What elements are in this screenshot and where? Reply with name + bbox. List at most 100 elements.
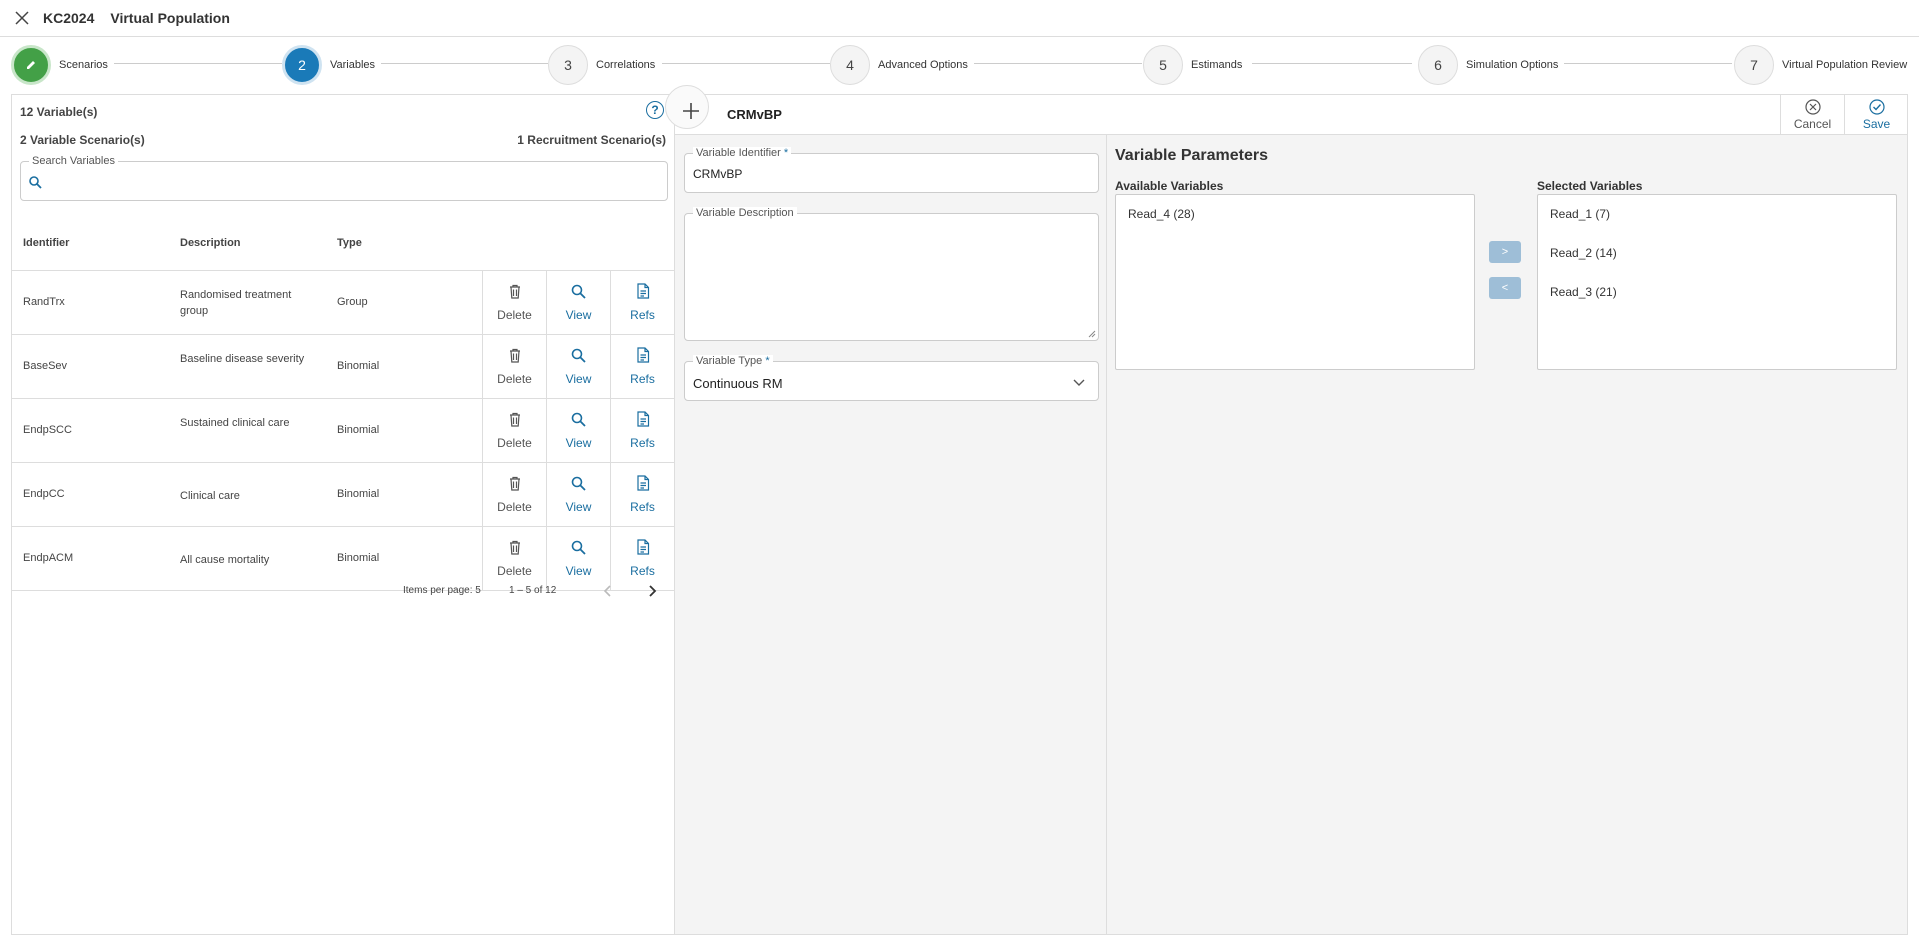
- refs-label: Refs: [630, 564, 655, 578]
- step-estimands[interactable]: 5 Estimands: [1143, 45, 1249, 85]
- view-label: View: [565, 563, 592, 578]
- step-variables[interactable]: 2 Variables: [282, 45, 382, 85]
- previous-page-icon[interactable]: [600, 581, 616, 604]
- row-description: All cause mortality: [180, 554, 270, 566]
- row-identifier: BaseSev: [23, 360, 68, 372]
- delete-button[interactable]: Delete: [482, 399, 546, 462]
- selected-variables-list: Read_1 (7) Read_2 (14) Read_3 (21): [1537, 194, 1897, 370]
- delete-button[interactable]: Delete: [482, 271, 546, 334]
- view-button[interactable]: View: [546, 335, 610, 398]
- cancel-button[interactable]: Cancel: [1780, 95, 1844, 135]
- list-item[interactable]: Read_3 (21): [1550, 285, 1617, 299]
- list-item[interactable]: Read_1 (7): [1550, 207, 1610, 221]
- step-number: 5: [1143, 45, 1183, 85]
- variable-description-field[interactable]: Variable Description: [684, 207, 1099, 341]
- document-icon: [636, 411, 650, 432]
- trash-icon: [508, 412, 522, 432]
- search-icon: [571, 476, 586, 496]
- document-icon: [636, 475, 650, 496]
- column-header-description[interactable]: Description: [180, 237, 241, 249]
- view-button[interactable]: View: [546, 271, 610, 334]
- step-label: Estimands: [1191, 59, 1243, 71]
- items-per-page[interactable]: Items per page: 5: [403, 585, 481, 596]
- variables-list-panel: 12 Variable(s) ? 2 Variable Scenario(s) …: [11, 94, 675, 935]
- editor-title: CRMvBP: [727, 107, 782, 122]
- trash-icon: [508, 540, 522, 560]
- search-input[interactable]: [49, 172, 649, 194]
- variable-count: 12 Variable(s): [20, 105, 98, 119]
- row-identifier: EndpCC: [23, 488, 65, 500]
- step-virtual-population-review[interactable]: 7 Virtual Population Review: [1734, 45, 1914, 85]
- resize-grip-icon[interactable]: [1088, 330, 1096, 338]
- cancel-label: Cancel: [1793, 117, 1832, 131]
- variable-identifier-input[interactable]: [693, 167, 1088, 181]
- list-item[interactable]: Read_4 (28): [1128, 207, 1195, 221]
- step-number: 3: [548, 45, 588, 85]
- editor-header: CRMvBP Cancel Save: [665, 85, 1908, 135]
- trash-icon: [508, 284, 522, 304]
- refs-label: Refs: [630, 308, 655, 322]
- search-field[interactable]: Search Variables: [20, 155, 668, 201]
- delete-button[interactable]: Delete: [482, 463, 546, 526]
- refs-button[interactable]: Refs: [610, 399, 674, 462]
- column-header-identifier[interactable]: Identifier: [23, 237, 69, 249]
- delete-label: Delete: [497, 307, 532, 322]
- top-bar: KC2024 Virtual Population: [0, 0, 1919, 37]
- row-identifier: EndpACM: [23, 552, 74, 564]
- view-label: View: [565, 435, 592, 450]
- step-label: Variables: [330, 59, 376, 71]
- search-icon: [571, 540, 586, 560]
- available-variables-list: Read_4 (28): [1115, 194, 1475, 370]
- step-label: Correlations: [596, 59, 656, 71]
- document-icon: [636, 283, 650, 304]
- table-row: EndpCC Clinical care Binomial Delete View Ref…: [12, 463, 674, 527]
- close-icon[interactable]: [12, 8, 32, 28]
- recruitment-scenario-count: 1 Recruitment Scenario(s): [517, 133, 666, 147]
- row-description: Clinical care: [180, 490, 240, 502]
- variable-description-label: Variable Description: [693, 207, 797, 220]
- next-page-icon[interactable]: [644, 581, 660, 604]
- row-type: Binomial: [337, 424, 380, 436]
- paginator: Items per page: 5 1 – 5 of 12: [12, 581, 674, 601]
- step-simulation-options[interactable]: 6 Simulation Options: [1418, 45, 1565, 85]
- step-advanced-options[interactable]: 4 Advanced Options: [830, 45, 974, 85]
- refs-button[interactable]: Refs: [610, 271, 674, 334]
- variable-identifier-field[interactable]: Variable Identifier *: [684, 147, 1099, 193]
- refs-label: Refs: [630, 500, 655, 514]
- pencil-icon: [11, 45, 51, 85]
- view-label: View: [565, 371, 592, 386]
- step-number: 4: [830, 45, 870, 85]
- help-icon[interactable]: ?: [646, 101, 664, 119]
- view-label: View: [565, 307, 592, 322]
- page-title: Virtual Population: [110, 10, 230, 26]
- save-button[interactable]: Save: [1844, 95, 1908, 135]
- refs-button[interactable]: Refs: [610, 335, 674, 398]
- table-header: Identifier Description Type: [12, 215, 674, 271]
- column-header-type[interactable]: Type: [337, 237, 362, 249]
- search-label: Search Variables: [29, 155, 118, 167]
- add-icon[interactable]: [665, 85, 709, 129]
- step-scenarios[interactable]: Scenarios: [11, 45, 114, 85]
- variable-description-input[interactable]: [693, 226, 1090, 336]
- move-right-button[interactable]: >: [1489, 241, 1521, 263]
- variable-form: Variable Identifier * Variable Descripti…: [675, 135, 1107, 934]
- step-correlations[interactable]: 3 Correlations: [548, 45, 662, 85]
- step-label: Virtual Population Review: [1782, 59, 1908, 71]
- row-description: Randomised treatment group: [180, 289, 292, 317]
- delete-button[interactable]: Delete: [482, 335, 546, 398]
- search-icon: [571, 348, 586, 368]
- document-icon: [636, 539, 650, 560]
- row-type: Binomial: [337, 552, 380, 564]
- list-item[interactable]: Read_2 (14): [1550, 246, 1617, 260]
- search-icon: [29, 176, 42, 194]
- refs-label: Refs: [630, 372, 655, 386]
- view-button[interactable]: View: [546, 399, 610, 462]
- move-left-button[interactable]: <: [1489, 277, 1521, 299]
- variable-type-value: Continuous RM: [693, 376, 783, 391]
- view-button[interactable]: View: [546, 463, 610, 526]
- refs-button[interactable]: Refs: [610, 463, 674, 526]
- variable-type-select[interactable]: Variable Type * Continuous RM: [684, 355, 1099, 401]
- delete-label: Delete: [497, 563, 532, 578]
- row-type: Binomial: [337, 488, 380, 500]
- step-label: Simulation Options: [1466, 59, 1559, 71]
